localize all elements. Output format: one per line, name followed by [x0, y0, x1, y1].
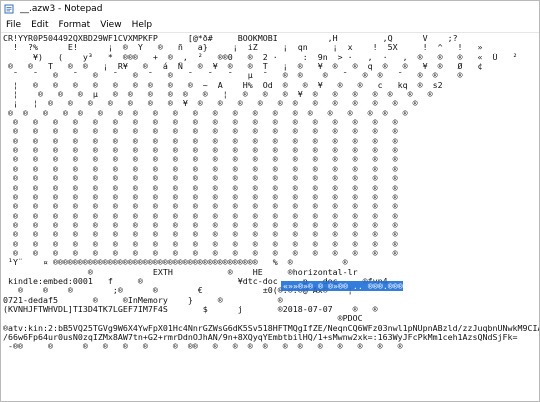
selected-text: «»»®»® ® ®»®® .. ®®®.®®®®.® [283, 281, 418, 291]
text-line: ¹Y¨ ¤ ®®®®®®®®®®®®®®®®®®®®®®®®®®®®®®®®®®… [3, 258, 348, 268]
text-line: ®atv:kin:2:bB5VQ25TGVg9W6X4YwFpX01Hc4Nnr… [3, 323, 539, 333]
text-line: 0721-dedaf5 ® ®InMemory } ® ® [3, 295, 283, 305]
text-line: ® ® ® ® ® ® ® ® ® ® ® ® ® ® ® ® ® ® ® ® [3, 192, 398, 202]
text-line: ® ® ® ® ® ® ® ® ® ® ® ® ® ® ® ® ® ® ® ® … [3, 108, 408, 118]
text-line: -®® ® ® ® ® ® ® ®® ® ® ® ® ® ® ® ® ® ® ® [3, 342, 403, 352]
notepad-window: __.azw3 - Notepad File Edit Format View … [0, 0, 540, 402]
text-line: ® ® ® ® ® ® ® ® ® ® ® ® ® ® ® ® ® ® ® ® [3, 220, 398, 230]
menu-edit[interactable]: Edit [26, 19, 53, 31]
text-line: ¡ ¦ ® ® ® ® ® ® ® ¥ ® ® ® ® ® ® ® ® ® ® … [3, 99, 418, 109]
text-line: ® ® ® ® ® ® ® ® ® ® ® ® ® ® ® ® ® ® ® ® [3, 239, 398, 249]
notepad-icon [4, 4, 14, 14]
text-line: ® ® ® ® ® ® ® ® ® ® ® ® ® ® ® ® ® ® ® ® [3, 230, 398, 240]
text-line: (KVNHJFTWHVDL]TI3D4TK7LGEF7IM7F4S $ j ®2… [3, 304, 378, 314]
text-line: ® ® ® ® ® ® ® ® ® ® ® ® ® ® ® ® ® ® ® ® [3, 164, 398, 174]
editor-text-content[interactable]: CR!YYR0P504492QXBD29WF1CVXMPKFP [@*ð# BO… [3, 34, 539, 401]
menu-format[interactable]: Format [54, 19, 96, 31]
text-selection: «»»®»® ® ®»®® .. ®®®.®®®®.® [281, 281, 418, 291]
text-line: ®PDOC [3, 314, 363, 324]
text-line: kindle:embed:0001 f ® ¥dtc-doc p doc ®fy… [3, 276, 388, 286]
text-line: ! ?% E! ¡ ® Y ® ñ a} ¡ iZ ¡ qn ¡ x ! 5X … [3, 43, 483, 53]
window-title: __.azw3 - Notepad [20, 4, 103, 14]
title-bar[interactable]: __.azw3 - Notepad [1, 1, 539, 17]
text-line: ® ® ® ;® ® € ±0(®:®:®@^Ax® ¦ [3, 286, 353, 296]
text-line: ® ® ® ® ® ® ® ® ® ® ® ® ® ® ® ® ® ® ® ® [3, 146, 398, 156]
menu-help[interactable]: Help [127, 19, 158, 31]
menu-bar: File Edit Format View Help [1, 17, 539, 33]
text-editor[interactable]: CR!YYR0P504492QXBD29WF1CVXMPKFP [@*ð# BO… [1, 33, 539, 401]
menu-view[interactable]: View [95, 19, 126, 31]
text-line: /66w6Fp64ur0usN0zqIZMx8AW7tn+G2+rmrDdnOJ… [3, 333, 518, 342]
text-line: ® ® ® ® ® ® ® ® ® ® ® ® ® ® ® ® ® ® ® ® [3, 248, 398, 258]
text-line: ® ® ® ® ® ® ® ® ® ® ® ® ® ® ® ® ® ® ® ® [3, 202, 398, 212]
text-line: ® ® ® ® ® ® ® ® ® ® ® ® ® ® ® ® ® ® ® ® [3, 155, 398, 165]
text-line: ® EXTH ® HE ®horizontal-lr [3, 267, 358, 277]
text-line: ® ® T ® ® ¡ R¥ ® á Ñ ® ¥ ® ® T ¡ ® ¥ ® ®… [3, 62, 483, 72]
menu-file[interactable]: File [1, 19, 26, 31]
text-line: ¥) ( y³ * ®®® + ® , ² ®®0 ® 2 · : 9n > ·… [3, 52, 518, 62]
text-line: CR!YYR0P504492QXBD29WF1CVXMPKFP [@*ð# BO… [3, 34, 458, 43]
text-line: ® ® ® ® ® ® ® ® ® ® ® ® ® ® ® ® ® ® ® ® [3, 174, 398, 184]
text-line: ® ® ® ® ® ® ® ® ® ® ® ® ® ® ® ® ® ® ® ® [3, 136, 398, 146]
text-line: ¦ ® ® ® µ ® ® ® ® ® ® ¦ ® ® ® ¥ ® ® ® ® … [3, 90, 433, 100]
text-line: ¯ ¯ ® ¯ ® ¯ ® ¯ ® ¯ ¯ ¯ µ ¯ ® ® ® ¯ ® ® … [3, 71, 463, 81]
text-line: ¦ ® ® ® ® ® ® ® ® ® ~ A H% Od ® ® ¥ ® ® … [3, 80, 443, 90]
text-line: ® ® ® ® ® ® ® ® ® ® ® ® ® ® ® ® ® ® ® ® [3, 211, 398, 221]
text-line: ® ® ® ® ® ® ® ® ® ® ® ® ® ® ® ® ® ® ® ® [3, 183, 398, 193]
text-line: ® ® ® ® ® ® ® ® ® ® ® ® ® ® ® ® ® ® ® ® [3, 127, 398, 137]
text-line: ® ® ® ® ® ® ® ® ® ® ® ® ® ® ® ® ® ® ® ® [3, 118, 398, 128]
